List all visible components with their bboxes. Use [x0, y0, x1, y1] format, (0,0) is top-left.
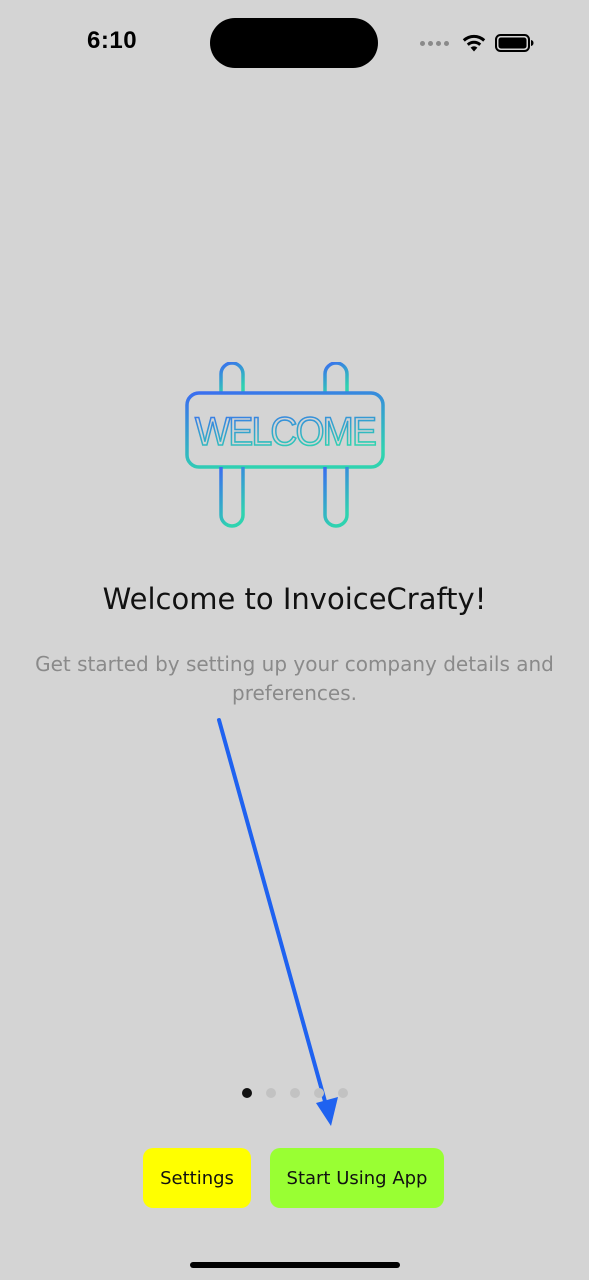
- page-dot-5[interactable]: [338, 1088, 348, 1098]
- onboarding-subtitle: Get started by setting up your company d…: [35, 652, 554, 705]
- cellular-signal-icon: [420, 40, 449, 46]
- welcome-sign-icon: WELCOME: [185, 362, 385, 528]
- status-time: 6:10: [87, 27, 138, 54]
- welcome-sign-text: WELCOME: [195, 410, 375, 454]
- page-dot-4[interactable]: [314, 1088, 324, 1098]
- dynamic-island: [210, 18, 378, 68]
- start-using-app-button[interactable]: Start Using App: [270, 1148, 444, 1208]
- page-indicator[interactable]: [242, 1088, 348, 1098]
- settings-button[interactable]: Settings: [143, 1148, 251, 1208]
- page-dot-2[interactable]: [266, 1088, 276, 1098]
- status-icons: [420, 31, 535, 55]
- battery-icon: [495, 34, 534, 52]
- home-indicator[interactable]: [190, 1262, 400, 1268]
- onboarding-title: Welcome to InvoiceCrafty!: [102, 582, 487, 616]
- page-dot-1[interactable]: [242, 1088, 252, 1098]
- page-dot-3[interactable]: [290, 1088, 300, 1098]
- onboarding-screen: 6:10 WELCOME Welcome to InvoiceCrafty! G…: [0, 0, 589, 1280]
- wifi-icon: [462, 34, 486, 52]
